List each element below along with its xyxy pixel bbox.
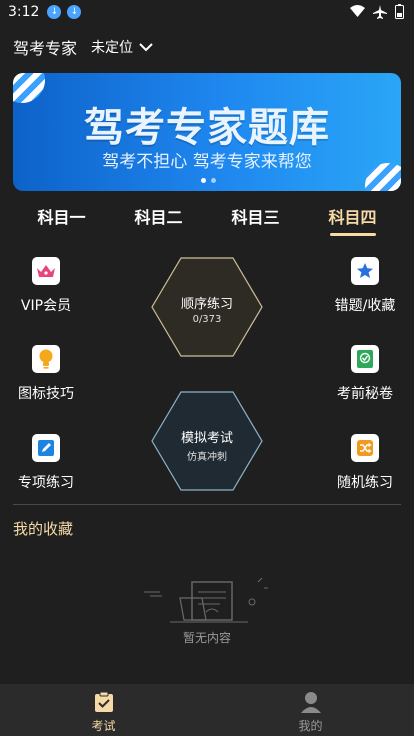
banner-dot[interactable] xyxy=(201,178,206,183)
wrong-questions-button[interactable]: 错题/收藏 xyxy=(325,257,405,315)
section-divider xyxy=(13,504,401,505)
sign-tips-label: 图标技巧 xyxy=(18,386,74,402)
banner-dot[interactable] xyxy=(211,178,216,183)
lightbulb-icon xyxy=(32,345,60,373)
location-label: 未定位 xyxy=(91,40,134,56)
empty-state-illustration xyxy=(140,568,272,628)
shuffle-icon xyxy=(351,434,379,462)
download-icon: ↓ xyxy=(67,5,82,19)
vip-member-button[interactable]: VIP会员 xyxy=(6,257,86,315)
wrong-questions-label: 错题/收藏 xyxy=(334,298,396,314)
random-practice-button[interactable]: 随机练习 xyxy=(325,434,405,492)
banner-title: 驾考专家题库 xyxy=(84,105,330,151)
tab-subject-3[interactable]: 科目三 xyxy=(207,202,304,236)
nav-profile-label: 我的 xyxy=(298,719,323,733)
tab-subject-1[interactable]: 科目一 xyxy=(13,202,110,236)
top-bar: 驾考专家 未定位 xyxy=(13,35,403,59)
book-icon xyxy=(351,345,379,373)
sign-tips-button[interactable]: 图标技巧 xyxy=(6,345,86,403)
banner-subtitle: 驾考不担心 驾考专家来帮您 xyxy=(102,152,312,172)
star-icon xyxy=(351,257,379,285)
mock-exam-label: 模拟考试 xyxy=(180,431,233,446)
person-icon xyxy=(299,690,323,714)
crown-icon xyxy=(32,257,60,285)
location-selector[interactable]: 未定位 xyxy=(91,37,153,57)
wifi-icon xyxy=(350,5,365,17)
subject-tabs: 科目一 科目二 科目三 科目四 xyxy=(13,202,401,236)
status-icons xyxy=(350,4,404,19)
special-practice-label: 专项练习 xyxy=(18,475,74,491)
sequence-practice-progress: 0/373 xyxy=(192,314,222,325)
mock-exam-sub: 仿真冲刺 xyxy=(187,452,227,463)
mock-exam-button[interactable]: 模拟考试 仿真冲刺 xyxy=(151,391,263,491)
tab-subject-2[interactable]: 科目二 xyxy=(110,202,207,236)
nav-exam-label: 考试 xyxy=(91,719,116,733)
chevron-down-icon xyxy=(139,42,153,51)
bottom-nav: 考试 我的 xyxy=(0,684,414,736)
vip-member-label: VIP会员 xyxy=(20,298,72,314)
download-icon: ↓ xyxy=(47,5,62,19)
banner-pagination xyxy=(201,178,216,183)
promo-banner[interactable]: 驾考专家题库 驾考不担心 驾考专家来帮您 xyxy=(13,73,401,191)
sequence-practice-label: 顺序练习 xyxy=(180,297,233,312)
secret-papers-label: 考前秘卷 xyxy=(337,386,393,402)
special-practice-button[interactable]: 专项练习 xyxy=(6,434,86,492)
edit-icon xyxy=(32,434,60,462)
app-title: 驾考专家 xyxy=(13,39,78,58)
status-time: 3:12 xyxy=(8,4,40,20)
nav-profile[interactable]: 我的 xyxy=(207,684,414,736)
battery-icon xyxy=(395,4,404,19)
empty-state-text: 暂无内容 xyxy=(182,631,231,645)
clipboard-check-icon xyxy=(92,690,116,714)
sequence-practice-button[interactable]: 顺序练习 0/373 xyxy=(151,257,263,357)
tab-subject-4[interactable]: 科目四 xyxy=(304,202,401,236)
random-practice-label: 随机练习 xyxy=(337,475,393,491)
status-bar: 3:12 ↓ ↓ xyxy=(0,0,414,24)
secret-papers-button[interactable]: 考前秘卷 xyxy=(325,345,405,403)
airplane-icon xyxy=(373,4,387,19)
nav-exam[interactable]: 考试 xyxy=(0,684,207,736)
favorites-title: 我的收藏 xyxy=(13,520,74,538)
